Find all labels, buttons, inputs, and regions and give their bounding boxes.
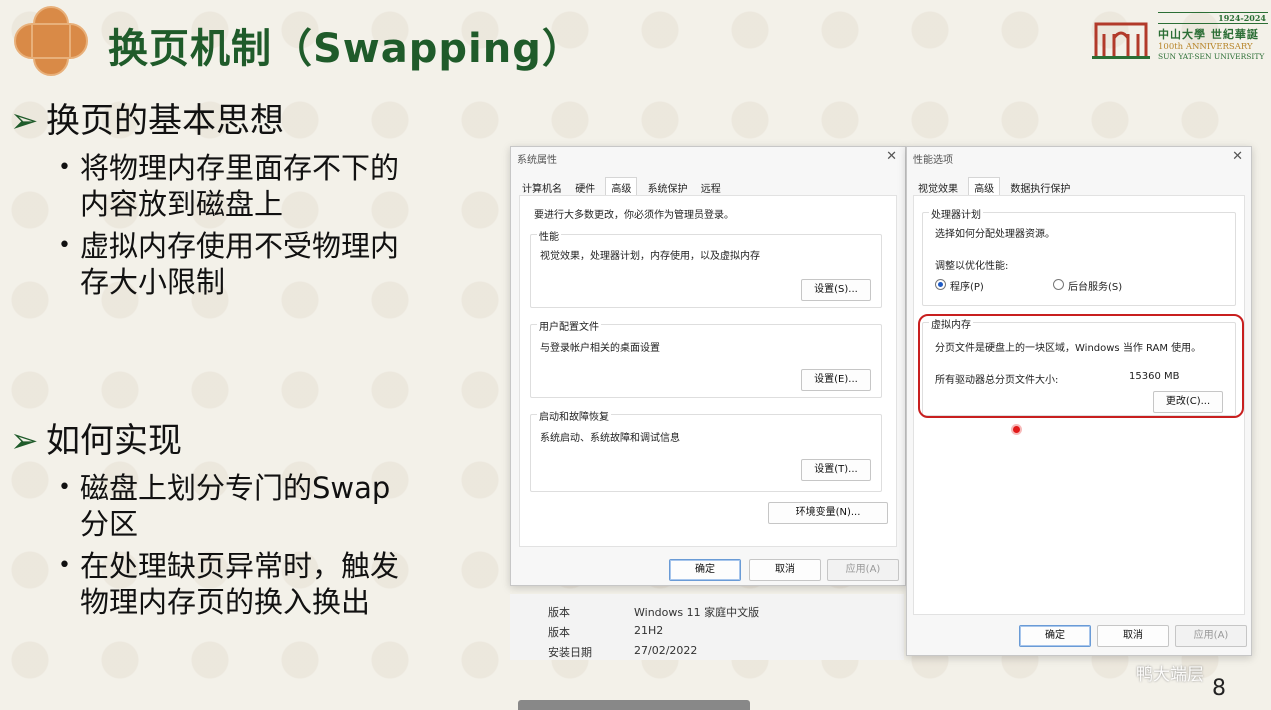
close-icon[interactable]: ✕ [1232,149,1243,164]
quatrefoil-badge-icon [14,6,88,76]
system-properties-window: 系统属性 ✕ 计算机名 硬件 高级 系统保护 远程 要进行大多数更改，你必须作为… [510,146,906,586]
ok-button[interactable]: 确定 [669,559,741,581]
bullet-item: • 在处理缺页异常时，触发 物理内存页的换入换出 [58,548,480,620]
bullet-dot-icon: • [58,553,71,578]
section-heading-text: 换页的基本思想 [46,101,284,141]
bullet-line: 虚拟内存使用不受物理内 [80,229,400,263]
group-label: 处理器计划 [929,206,983,221]
bullet-item: • 虚拟内存使用不受物理内 存大小限制 [58,228,480,300]
processor-scheduling-group: 处理器计划 选择如何分配处理器资源。 调整以优化性能: 程序(P) 后台服务(S… [922,206,1236,306]
background-services-radio-label: 后台服务(S) [1068,282,1123,293]
group-description: 系统启动、系统故障和调试信息 [540,433,680,444]
tab-bar: 视觉效果 高级 数据执行保护 [915,177,1077,197]
info-key: 版本 [548,626,570,639]
info-value: Windows 11 家庭中文版 [634,606,760,619]
group-description: 选择如何分配处理器资源。 [935,229,1055,240]
tab-computer-name[interactable]: 计算机名 [519,180,565,195]
watermark: 鸭大端层 [1136,665,1204,685]
tab-remote[interactable]: 远程 [698,180,724,195]
info-key: 安装日期 [548,646,592,659]
university-text: 1924-2024 中山大學 世紀華誕 100th ANNIVERSARY SU… [1158,12,1268,61]
info-value: 27/02/2022 [634,644,698,657]
window-title: 系统属性 [517,155,557,166]
info-key: 版本 [548,606,570,619]
ok-button[interactable]: 确定 [1019,625,1091,647]
group-label: 启动和故障恢复 [537,408,611,423]
anniversary-years: 1924-2024 [1158,12,1268,24]
bullet-line: 将物理内存里面存不下的 [80,151,400,185]
background-services-radio[interactable] [1053,279,1064,290]
tab-bar: 计算机名 硬件 高级 系统保护 远程 [519,177,728,197]
tab-advanced[interactable]: 高级 [968,177,1001,197]
virtual-memory-highlight [918,314,1244,418]
group-description: 视觉效果，处理器计划，内存使用，以及虚拟内存 [540,251,760,262]
startup-recovery-settings-button[interactable]: 设置(T)... [801,459,871,481]
anniversary-en: 100th ANNIVERSARY [1158,42,1253,52]
university-gate-icon [1092,22,1150,59]
group-label: 用户配置文件 [537,318,601,333]
group-description: 与登录帐户相关的桌面设置 [540,343,660,354]
apply-button[interactable]: 应用(A) [1175,625,1247,647]
section-heading-2: ➢ 如何实现 [10,420,182,462]
adjust-label: 调整以优化性能: [935,261,1009,272]
section-heading-1: ➢ 换页的基本思想 [10,100,284,142]
cancel-button[interactable]: 取消 [1097,625,1169,647]
laser-pointer-dot [1013,426,1020,433]
bullet-line: 分区 [80,507,139,541]
bullet-line: 内容放到磁盘上 [80,187,284,221]
slide-title: 换页机制（Swapping） [108,26,583,72]
user-profiles-settings-button[interactable]: 设置(E)... [801,369,871,391]
bullet-dot-icon: • [58,155,71,180]
cancel-button[interactable]: 取消 [749,559,821,581]
bullet-line: 在处理缺页异常时，触发 [80,549,400,583]
info-value: 21H2 [634,624,664,637]
bullet-item: • 磁盘上划分专门的Swap 分区 [58,470,480,542]
bullet-line: 存大小限制 [80,265,226,299]
tab-hardware[interactable]: 硬件 [572,180,598,195]
group-label: 性能 [537,228,561,243]
bullet-line: 磁盘上划分专门的Swap [80,471,391,505]
bullet-dot-icon: • [58,475,71,500]
triangle-arrow-icon: ➢ [10,421,39,461]
close-icon[interactable]: ✕ [886,149,897,164]
admin-notice: 要进行大多数更改，你必须作为管理员登录。 [534,210,734,221]
university-logo: 1924-2024 中山大學 世紀華誕 100th ANNIVERSARY SU… [1090,12,1268,62]
university-name-cn: 中山大學 世紀華誕 [1158,28,1259,41]
programs-radio-label: 程序(P) [950,282,984,293]
tab-data-execution-prevention[interactable]: 数据执行保护 [1007,180,1073,195]
video-control-strip [518,700,750,710]
startup-recovery-group: 启动和故障恢复 系统启动、系统故障和调试信息 设置(T)... [530,408,882,492]
university-name-en: SUN YAT-SEN UNIVERSITY [1158,52,1265,61]
performance-group: 性能 视觉效果，处理器计划，内存使用，以及虚拟内存 设置(S)... [530,228,882,308]
bullet-line: 物理内存页的换入换出 [80,585,371,619]
slide: 换页机制（Swapping） 1924-2024 中山大學 世紀華誕 100th… [0,0,1271,710]
advanced-tab-pane: 要进行大多数更改，你必须作为管理员登录。 性能 视觉效果，处理器计划，内存使用，… [519,195,897,547]
performance-settings-button[interactable]: 设置(S)... [801,279,871,301]
window-title: 性能选项 [913,155,953,166]
page-number: 8 [1212,676,1226,701]
bullet-item: • 将物理内存里面存不下的 内容放到磁盘上 [58,150,480,222]
environment-variables-button[interactable]: 环境变量(N)... [768,502,888,524]
apply-button[interactable]: 应用(A) [827,559,899,581]
section-heading-text: 如何实现 [46,421,182,461]
programs-radio[interactable] [935,279,946,290]
triangle-arrow-icon: ➢ [10,101,39,141]
tab-advanced[interactable]: 高级 [605,177,638,197]
bullet-dot-icon: • [58,233,71,258]
tab-visual-effects[interactable]: 视觉效果 [915,180,961,195]
tab-system-protection[interactable]: 系统保护 [645,180,691,195]
system-info-panel: 版本 Windows 11 家庭中文版 版本 21H2 安装日期 27/02/2… [510,594,904,660]
user-profiles-group: 用户配置文件 与登录帐户相关的桌面设置 设置(E)... [530,318,882,398]
